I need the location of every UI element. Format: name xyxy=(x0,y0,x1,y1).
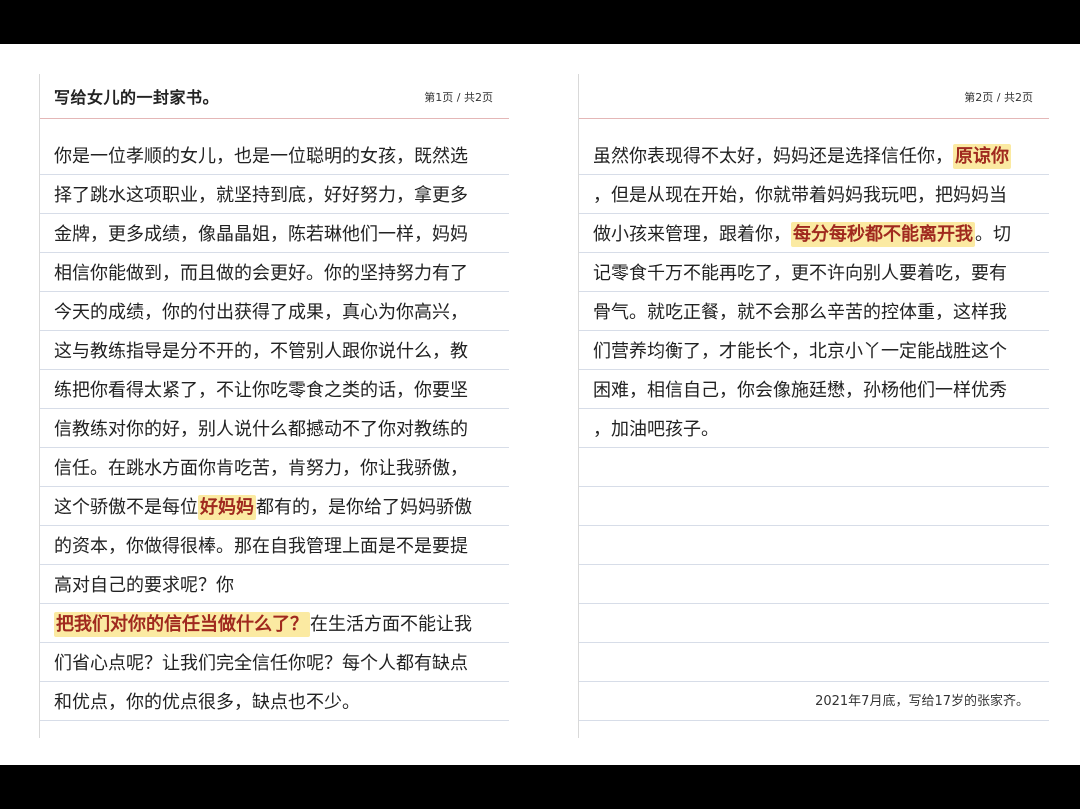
text-segment: 你是一位孝顺的女儿，也是一位聪明的女孩，既然选 xyxy=(54,146,468,167)
text-segment: 骨气。就吃正餐，就不会那么辛苦的控体重，这样我 xyxy=(593,302,1007,323)
text-segment: 金牌，更多成绩，像晶晶姐，陈若琳他们一样，妈妈 xyxy=(54,224,468,245)
text-line: 记零食千万不能再吃了，更不许向别人要着吃，要有 xyxy=(579,253,1049,292)
line-text: 们营养均衡了，才能长个，北京小丫一定能战胜这个 xyxy=(593,337,1007,363)
text-line: 信教练对你的好，别人说什么都撼动不了你对教练的 xyxy=(40,409,509,448)
line-text: 做小孩来管理，跟着你， 每分每秒都不能离开我 。切 xyxy=(593,220,1011,247)
text-line: 做小孩来管理，跟着你， 每分每秒都不能离开我 。切 xyxy=(579,214,1049,253)
text-line xyxy=(579,448,1049,487)
line-text: 们省心点呢？让我们完全信任你呢？每个人都有缺点 xyxy=(54,649,468,675)
line-text: 虽然你表现得不太好，妈妈还是选择信任你， 原谅你 xyxy=(593,142,1011,169)
text-line: 骨气。就吃正餐，就不会那么辛苦的控体重，这样我 xyxy=(579,292,1049,331)
letter-body: 虽然你表现得不太好，妈妈还是选择信任你， 原谅你 ，但是从现在开始，你就带着妈妈我玩… xyxy=(579,136,1049,721)
text-segment: 做小孩来管理，跟着你， xyxy=(593,224,791,245)
line-text: 困难，相信自己，你会像施廷懋，孙杨他们一样优秀 xyxy=(593,376,1007,402)
text-segment: ，加油吧孩子。 xyxy=(593,419,719,440)
text-line: 们省心点呢？让我们完全信任你呢？每个人都有缺点 xyxy=(40,643,509,682)
line-text: ，但是从现在开始，你就带着妈妈我玩吧，把妈妈当 xyxy=(593,181,1007,207)
text-segment: 择了跳水这项职业，就坚持到底，好好努力，拿更多 xyxy=(54,185,468,206)
text-line xyxy=(579,565,1049,604)
text-line: ，但是从现在开始，你就带着妈妈我玩吧，把妈妈当 xyxy=(579,175,1049,214)
page-number: 第1页 / 共2页 xyxy=(424,91,493,104)
line-text: 记零食千万不能再吃了，更不许向别人要着吃，要有 xyxy=(593,259,1007,285)
line-text: 骨气。就吃正餐，就不会那么辛苦的控体重，这样我 xyxy=(593,298,1007,324)
text-segment: 练把你看得太紧了，不让你吃零食之类的话，你要坚 xyxy=(54,380,468,401)
text-segment: 困难，相信自己，你会像施廷懋，孙杨他们一样优秀 xyxy=(593,380,1007,401)
highlighted-phrase: 每分每秒都不能离开我 xyxy=(791,222,975,247)
highlighted-phrase: 把我们对你的信任当做什么了？ xyxy=(54,612,310,637)
line-text: 的资本，你做得很棒。那在自我管理上面是不是要提 xyxy=(54,532,468,558)
text-line: 把我们对你的信任当做什么了？ 在生活方面不能让我 xyxy=(40,604,509,643)
text-segment: 在生活方面不能让我 xyxy=(310,614,472,635)
text-line: 这个骄傲不是每位 好妈妈 都有的，是你给了妈妈骄傲 xyxy=(40,487,509,526)
line-text: 和优点，你的优点很多，缺点也不少。 xyxy=(54,688,360,714)
text-line: 金牌，更多成绩，像晶晶姐，陈若琳他们一样，妈妈 xyxy=(40,214,509,253)
text-line xyxy=(579,487,1049,526)
highlighted-phrase: 原谅你 xyxy=(953,144,1011,169)
text-line xyxy=(579,643,1049,682)
line-text: 练把你看得太紧了，不让你吃零食之类的话，你要坚 xyxy=(54,376,468,402)
line-text: 这与教练指导是分不开的，不管别人跟你说什么，教 xyxy=(54,337,468,363)
line-text: 金牌，更多成绩，像晶晶姐，陈若琳他们一样，妈妈 xyxy=(54,220,468,246)
line-text: 择了跳水这项职业，就坚持到底，好好努力，拿更多 xyxy=(54,181,468,207)
letter-page-2: 第2页 / 共2页 虽然你表现得不太好，妈妈还是选择信任你， 原谅你 ，但是从现在开… xyxy=(578,74,1049,738)
text-line: 们营养均衡了，才能长个，北京小丫一定能战胜这个 xyxy=(579,331,1049,370)
text-line: 的资本，你做得很棒。那在自我管理上面是不是要提 xyxy=(40,526,509,565)
page-number: 第2页 / 共2页 xyxy=(964,91,1033,104)
text-line: 择了跳水这项职业，就坚持到底，好好努力，拿更多 xyxy=(40,175,509,214)
highlighted-phrase: 好妈妈 xyxy=(198,495,256,520)
text-line: 高对自己的要求呢？你 xyxy=(40,565,509,604)
text-segment: 记零食千万不能再吃了，更不许向别人要着吃，要有 xyxy=(593,263,1007,284)
text-line: 信任。在跳水方面你肯吃苦，肯努力，你让我骄傲， xyxy=(40,448,509,487)
line-text: 相信你能做到，而且做的会更好。你的坚持努力有了 xyxy=(54,259,468,285)
line-text: 你是一位孝顺的女儿，也是一位聪明的女孩，既然选 xyxy=(54,142,468,168)
line-text: 今天的成绩，你的付出获得了成果，真心为你高兴， xyxy=(54,298,468,324)
text-segment: 信教练对你的好，别人说什么都撼动不了你对教练的 xyxy=(54,419,468,440)
text-line: 这与教练指导是分不开的，不管别人跟你说什么，教 xyxy=(40,331,509,370)
line-text: 信任。在跳水方面你肯吃苦，肯努力，你让我骄傲， xyxy=(54,454,468,480)
text-segment: 和优点，你的优点很多，缺点也不少。 xyxy=(54,692,360,713)
text-line: 相信你能做到，而且做的会更好。你的坚持努力有了 xyxy=(40,253,509,292)
text-line: 你是一位孝顺的女儿，也是一位聪明的女孩，既然选 xyxy=(40,136,509,175)
text-segment: 的资本，你做得很棒。那在自我管理上面是不是要提 xyxy=(54,536,468,557)
text-line: 困难，相信自己，你会像施廷懋，孙杨他们一样优秀 xyxy=(579,370,1049,409)
text-line xyxy=(579,526,1049,565)
text-segment: 们省心点呢？让我们完全信任你呢？每个人都有缺点 xyxy=(54,653,468,674)
text-line: 2021年7月底，写给17岁的张家齐。 xyxy=(579,682,1049,721)
text-line: 练把你看得太紧了，不让你吃零食之类的话，你要坚 xyxy=(40,370,509,409)
line-text: 信教练对你的好，别人说什么都撼动不了你对教练的 xyxy=(54,415,468,441)
text-segment: 。切 xyxy=(975,224,1011,245)
line-text: ，加油吧孩子。 xyxy=(593,415,719,441)
text-line: 虽然你表现得不太好，妈妈还是选择信任你， 原谅你 xyxy=(579,136,1049,175)
text-segment: 这个骄傲不是每位 xyxy=(54,497,198,518)
text-segment: 相信你能做到，而且做的会更好。你的坚持努力有了 xyxy=(54,263,468,284)
text-segment: 信任。在跳水方面你肯吃苦，肯努力，你让我骄傲， xyxy=(54,458,468,479)
line-text: 高对自己的要求呢？你 xyxy=(54,571,234,597)
letter-title: 写给女儿的一封家书。 xyxy=(54,88,220,107)
screenshot-area: 写给女儿的一封家书。 第1页 / 共2页 你是一位孝顺的女儿，也是一位聪明的女孩… xyxy=(0,44,1080,765)
text-line: 和优点，你的优点很多，缺点也不少。 xyxy=(40,682,509,721)
signature: 2021年7月底，写给17岁的张家齐。 xyxy=(815,694,1029,709)
text-line: ，加油吧孩子。 xyxy=(579,409,1049,448)
page-header: 写给女儿的一封家书。 第1页 / 共2页 xyxy=(40,74,509,119)
text-segment: ，但是从现在开始，你就带着妈妈我玩吧，把妈妈当 xyxy=(593,185,1007,206)
text-segment: 这与教练指导是分不开的，不管别人跟你说什么，教 xyxy=(54,341,468,362)
text-line: 今天的成绩，你的付出获得了成果，真心为你高兴， xyxy=(40,292,509,331)
text-segment: 今天的成绩，你的付出获得了成果，真心为你高兴， xyxy=(54,302,468,323)
line-text: 把我们对你的信任当做什么了？ 在生活方面不能让我 xyxy=(54,610,472,637)
page-header: 第2页 / 共2页 xyxy=(579,74,1049,119)
line-text: 这个骄傲不是每位 好妈妈 都有的，是你给了妈妈骄傲 xyxy=(54,493,472,520)
text-segment: 高对自己的要求呢？你 xyxy=(54,575,234,596)
letter-body: 你是一位孝顺的女儿，也是一位聪明的女孩，既然选 择了跳水这项职业，就坚持到底，好好… xyxy=(40,136,509,721)
text-segment: 虽然你表现得不太好，妈妈还是选择信任你， xyxy=(593,146,953,167)
text-segment: 们营养均衡了，才能长个，北京小丫一定能战胜这个 xyxy=(593,341,1007,362)
text-line xyxy=(579,604,1049,643)
letter-page-1: 写给女儿的一封家书。 第1页 / 共2页 你是一位孝顺的女儿，也是一位聪明的女孩… xyxy=(39,74,509,738)
text-segment: 都有的，是你给了妈妈骄傲 xyxy=(256,497,472,518)
